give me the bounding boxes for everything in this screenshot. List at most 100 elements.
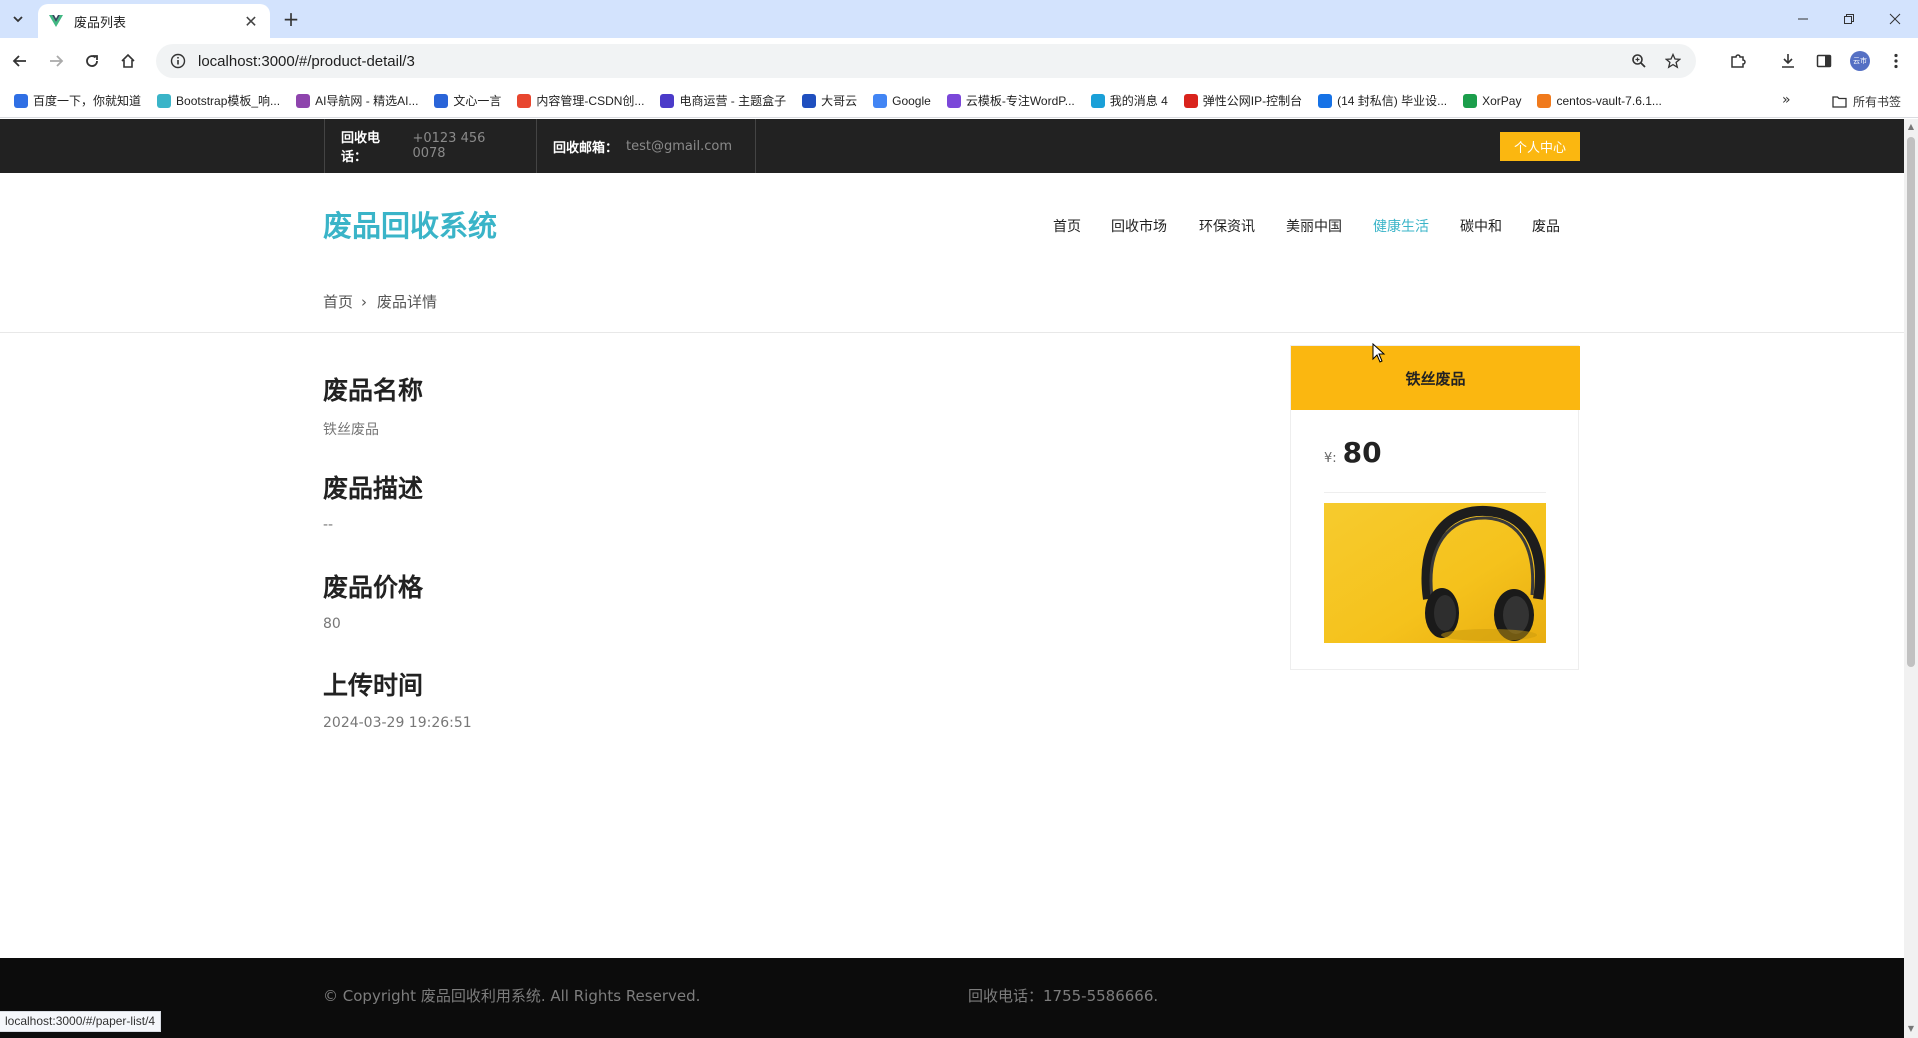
url-text[interactable]: localhost:3000/#/product-detail/3 (198, 53, 1628, 70)
browser-tab-active[interactable]: 废品列表 ✕ (38, 4, 270, 38)
address-bar[interactable]: localhost:3000/#/product-detail/3 (156, 44, 1696, 78)
bookmark-item[interactable]: 文心一言 (434, 92, 501, 109)
bookmark-label: centos-vault-7.6.1... (1556, 93, 1662, 108)
site-logo[interactable]: 废品回收系统 (323, 203, 497, 245)
bookmark-favicon-icon (1463, 93, 1478, 108)
breadcrumb-home[interactable]: 首页 (323, 291, 353, 312)
nav-home[interactable]: 首页 (1053, 216, 1081, 236)
breadcrumb: 首页 › 废品详情 (323, 291, 437, 312)
upload-time-value: 2024-03-29 19:26:51 (323, 715, 472, 731)
bookmark-item[interactable]: 弹性公网IP-控制台 (1183, 92, 1303, 109)
card-title: 铁丝废品 (1291, 346, 1580, 410)
folder-icon (1832, 96, 1847, 108)
restore-button[interactable] (1826, 0, 1872, 38)
status-bar-url: localhost:3000/#/paper-list/4 (0, 1011, 162, 1032)
scroll-thumb[interactable] (1907, 137, 1915, 667)
new-tab-button[interactable]: + (280, 7, 302, 31)
description-heading: 废品描述 (323, 474, 424, 503)
zoom-icon[interactable] (1628, 50, 1650, 72)
web-page: 回收电话： +0123 456 0078 回收邮箱： test@gmail.co… (0, 119, 1904, 1038)
upload-time-heading: 上传时间 (323, 671, 424, 700)
footer-phone: 回收电话：1755-5586666. (968, 987, 1159, 1005)
bookmark-item[interactable]: Bootstrap模板_响... (157, 92, 280, 109)
bookmark-label: 我的消息 4 (1109, 94, 1168, 108)
bookmark-item[interactable]: 内容管理-CSDN创... (517, 92, 644, 109)
email-value: test@gmail.com (626, 138, 732, 154)
phone-value: +0123 456 0078 (412, 131, 486, 161)
breadcrumb-separator: › (361, 292, 368, 311)
product-card: 铁丝废品 ¥: 80 (1290, 345, 1580, 670)
bookmark-favicon-icon (517, 93, 532, 108)
reload-button[interactable] (78, 47, 106, 75)
all-bookmarks-label: 所有书签 (1853, 95, 1902, 109)
card-price-value: 80 (1342, 436, 1382, 469)
close-icon (1889, 13, 1901, 25)
browser-toolbar: localhost:3000/#/product-detail/3 云市 (0, 38, 1918, 84)
bookmark-favicon-icon (802, 93, 817, 108)
nav-eco-news[interactable]: 环保资讯 (1199, 216, 1255, 236)
bookmark-star-icon[interactable] (1662, 50, 1684, 72)
user-center-button[interactable]: 个人中心 (1500, 132, 1580, 161)
bookmarks-overflow-icon[interactable]: » (1782, 92, 1791, 108)
description-value: -- (323, 517, 334, 533)
bookmark-favicon-icon (434, 93, 449, 108)
profile-button[interactable]: 云市 (1846, 47, 1874, 75)
bookmark-item[interactable]: centos-vault-7.6.1... (1537, 93, 1662, 108)
nav-recycle-market[interactable]: 回收市场 (1111, 216, 1167, 236)
home-icon (121, 53, 135, 68)
bookmark-favicon-icon (1318, 93, 1333, 108)
footer-copyright: © Copyright 废品回收利用系统. All Rights Reserve… (323, 987, 701, 1005)
side-panel-icon (1816, 54, 1832, 68)
bookmark-item[interactable]: 百度一下，你就知道 (14, 92, 141, 109)
header-divider (0, 332, 1904, 333)
bookmark-label: 内容管理-CSDN创... (536, 94, 645, 108)
minimize-button[interactable] (1780, 0, 1826, 38)
scroll-down-icon[interactable]: ▼ (1907, 1025, 1915, 1033)
puzzle-icon (1731, 54, 1746, 68)
bookmark-label: (14 封私信) 毕业设... (1337, 94, 1448, 108)
nav-beautiful-china[interactable]: 美丽中国 (1286, 216, 1342, 236)
product-image (1324, 503, 1546, 643)
downloads-button[interactable] (1774, 47, 1802, 75)
bookmark-item[interactable]: (14 封私信) 毕业设... (1318, 92, 1447, 109)
bookmark-item[interactable]: 大哥云 (802, 92, 857, 109)
extensions-button[interactable] (1724, 47, 1752, 75)
bookmark-favicon-icon (157, 93, 172, 108)
bookmark-item[interactable]: AI导航网 - 精选AI... (296, 92, 418, 109)
download-icon (1782, 54, 1794, 68)
page-scrollbar[interactable]: ▲ ▼ (1904, 119, 1918, 1038)
bookmark-item[interactable]: 电商运营 - 主题盒子 (660, 92, 786, 109)
site-footer: © Copyright 废品回收利用系统. All Rights Reserve… (0, 958, 1904, 1038)
bookmark-favicon-icon (1183, 93, 1198, 108)
card-divider (1324, 492, 1546, 493)
nav-carbon-neutral[interactable]: 碳中和 (1460, 216, 1502, 236)
bookmark-label: XorPay (1482, 93, 1522, 108)
tab-title: 废品列表 (74, 15, 127, 31)
bookmark-favicon-icon (1090, 93, 1105, 108)
bookmark-label: 大哥云 (821, 94, 858, 108)
scroll-up-icon[interactable]: ▲ (1907, 123, 1915, 131)
card-price: ¥: 80 (1324, 436, 1382, 469)
avatar: 云市 (1850, 51, 1870, 71)
nav-healthy-life[interactable]: 健康生活 (1373, 216, 1429, 236)
site-info-icon[interactable] (170, 53, 186, 69)
tab-close-icon[interactable]: ✕ (242, 12, 260, 31)
tab-search-button[interactable] (6, 7, 30, 31)
nav-waste[interactable]: 废品 (1532, 216, 1560, 236)
close-window-button[interactable] (1872, 0, 1918, 38)
bookmark-favicon-icon (14, 93, 28, 108)
bookmark-label: 弹性公网IP-控制台 (1202, 94, 1303, 108)
back-button[interactable] (6, 47, 34, 75)
side-panel-button[interactable] (1810, 47, 1838, 75)
bookmark-item[interactable]: Google (873, 93, 931, 108)
bookmark-item[interactable]: XorPay (1463, 93, 1522, 108)
forward-button[interactable] (42, 47, 70, 75)
price-heading: 废品价格 (323, 573, 424, 602)
breadcrumb-current: 废品详情 (377, 293, 438, 311)
bookmark-item[interactable]: 云模板-专注WordP... (946, 92, 1075, 109)
browser-menu-button[interactable] (1882, 47, 1910, 75)
chevron-down-icon (13, 16, 23, 23)
bookmark-item[interactable]: 我的消息 4 (1090, 92, 1168, 109)
home-button[interactable] (114, 47, 142, 75)
all-bookmarks-button[interactable]: 所有书签 (1832, 93, 1901, 110)
